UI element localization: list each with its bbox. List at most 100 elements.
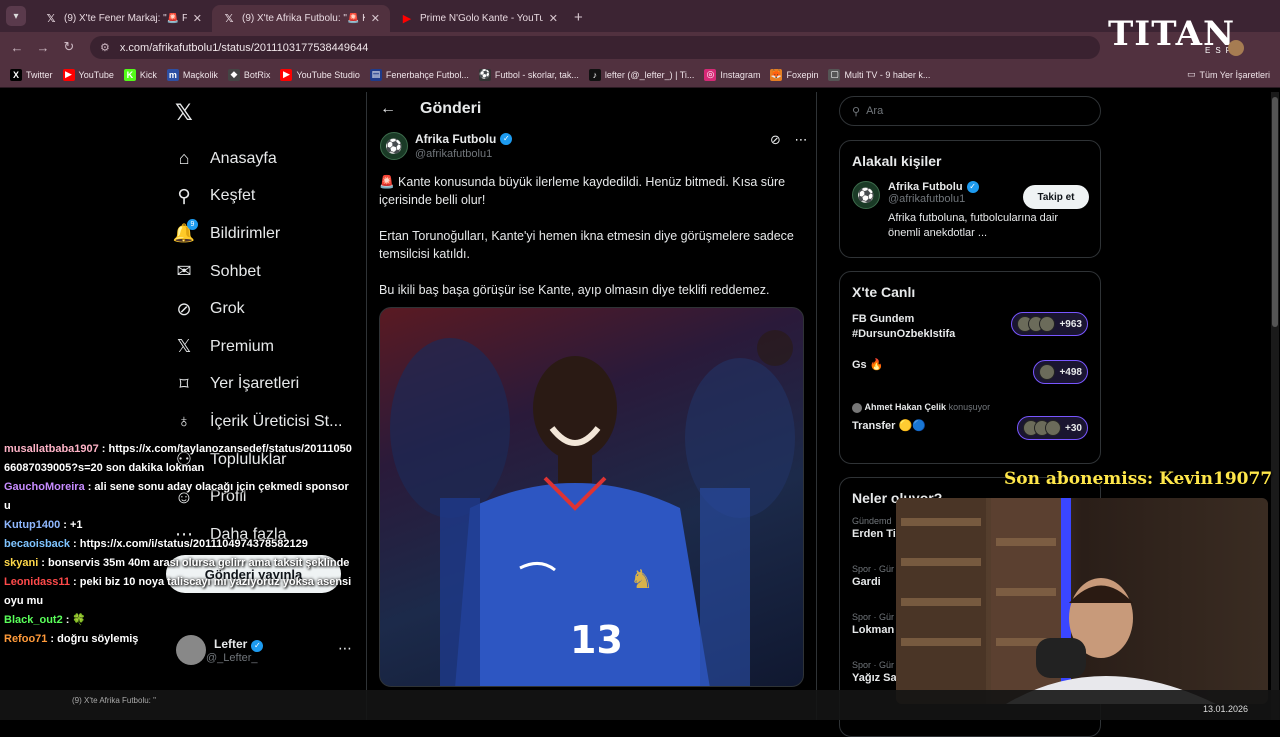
bell-icon: 🔔 9	[172, 219, 198, 244]
sidebar-item-5[interactable]: 𝕏 Premium	[172, 328, 342, 366]
close-icon[interactable]: ✕	[371, 12, 380, 25]
bookmark-label: YouTube Studio	[296, 69, 360, 80]
sidebar-item-3[interactable]: ✉ Sohbet	[172, 253, 342, 291]
tab-bar: ▾ 𝕏 (9) X'te Fener Markaj: "🚨 Fabri ✕ 𝕏 …	[0, 0, 1280, 32]
player-illustration: ♞ 13	[390, 330, 795, 686]
post-actions: ⊘ ⋯	[770, 132, 808, 148]
sidebar-item-label: Bildirimler	[210, 224, 281, 242]
tab-2[interactable]: ▶ Prime N'Golo Kante - YouTube ✕	[390, 5, 568, 32]
tab-title: (9) X'te Fener Markaj: "🚨 Fabri	[64, 13, 187, 24]
all-bookmarks-label: Tüm Yer İşaretleri	[1199, 69, 1270, 80]
x-icon: 𝕏	[224, 13, 234, 25]
author-handle[interactable]: @afrikafutbolu1	[415, 148, 512, 160]
bookmark-item[interactable]: ♪ lefter (@_lefter_) | Ti...	[588, 68, 694, 81]
bookmark-icon: ▤	[369, 68, 382, 81]
site-info-icon[interactable]: ⚙	[100, 41, 110, 54]
sidebar-item-label: Anasayfa	[210, 149, 277, 167]
sidebar-item-2[interactable]: 🔔 9 Bildirimler	[172, 215, 342, 253]
youtube-icon: ▶	[402, 13, 412, 25]
avatar	[852, 402, 862, 413]
bookmark-label: Futbol - skorlar, tak...	[494, 69, 579, 80]
search-input[interactable]: ⚲ Ara	[839, 96, 1101, 126]
chat-message: GauchoMoreira: ali sene sonu aday olacağ…	[4, 478, 354, 516]
post-photo[interactable]: ♞ 13	[379, 307, 804, 687]
bookmark-item[interactable]: ▢ Multi TV - 9 haber k...	[828, 68, 930, 81]
x-logo-icon[interactable]: 𝕏	[175, 100, 193, 126]
tab-search-button[interactable]: ▾	[6, 6, 26, 26]
bookmark-item[interactable]: X Twitter	[10, 68, 53, 81]
avatar[interactable]	[1228, 40, 1244, 56]
bookmark-label: YouTube	[78, 69, 114, 80]
notification-badge: 9	[187, 219, 198, 231]
back-arrow-icon[interactable]: ←	[4, 40, 30, 55]
back-arrow-icon[interactable]: ←	[380, 100, 396, 118]
tab-0[interactable]: 𝕏 (9) X'te Fener Markaj: "🚨 Fabri ✕	[34, 5, 212, 32]
subscriber-banner: Son abonemiss: Kevin19077	[1004, 469, 1273, 489]
bookmark-item[interactable]: K Kick	[123, 68, 157, 81]
bookmark-item[interactable]: ▤ Fenerbahçe Futbol...	[369, 68, 469, 81]
related-person[interactable]: ⚽ Afrika Futbolu ✓ @afrikafutbolu1 Afrika…	[840, 175, 1100, 247]
bookmark-item[interactable]: m Maçkolik	[166, 68, 218, 81]
search-placeholder: Ara	[866, 105, 884, 117]
chat-text: : https://x.com/i/status/201110497437858…	[73, 538, 308, 550]
home-icon: ⌂	[178, 148, 190, 169]
chat-username: Black_out2	[4, 614, 63, 626]
bookmark-item[interactable]: ◆ BotRix	[227, 68, 270, 81]
bookmark-item[interactable]: ▶ YouTube Studio	[280, 68, 360, 81]
author-name[interactable]: Afrika Futbolu ✓	[415, 132, 513, 146]
sidebar-item-1[interactable]: ⚲ Keşfet	[172, 178, 342, 216]
chat-message: becaoisback: https://x.com/i/status/2011…	[4, 535, 354, 554]
all-bookmarks[interactable]: ▭ Tüm Yer İşaretleri	[1187, 69, 1270, 80]
url-text: x.com/afrikafutbolu1/status/201110317753…	[119, 41, 369, 54]
chat-username: Kutup1400	[4, 519, 61, 531]
sidebar-item-4[interactable]: ⊘ Grok	[172, 290, 342, 328]
tab-1[interactable]: 𝕏 (9) X'te Afrika Futbolu: "🚨 Kan ✕	[212, 5, 390, 32]
bookmark-item[interactable]: ▶ YouTube	[62, 68, 114, 81]
bookmark-item[interactable]: ⚽ Futbol - skorlar, tak...	[478, 68, 579, 81]
divider	[366, 92, 367, 720]
listener-pill[interactable]: +498	[1033, 360, 1088, 384]
post-paragraph: 🚨 Kante konusunda büyük ilerleme kaydedi…	[379, 175, 786, 207]
new-tab-button[interactable]: +	[574, 9, 583, 26]
listener-pill[interactable]: +963	[1011, 312, 1088, 336]
post-text: 🚨 Kante konusunda büyük ilerleme kaydedi…	[379, 173, 799, 317]
scrollbar[interactable]	[1271, 92, 1279, 720]
listener-count: +30	[1065, 422, 1082, 434]
bookmark-item[interactable]: ◎ Instagram	[704, 68, 761, 81]
bookmark-label: Twitter	[26, 69, 53, 80]
post-paragraph: Bu ikili baş başa görüşür ise Kante, ayı…	[379, 283, 770, 297]
search-icon: ⚲	[852, 105, 861, 118]
search-icon: ⚲	[177, 185, 191, 206]
live-item[interactable]: FB Gundem #DursunOzbekIstifa +963	[840, 306, 1100, 354]
live-item[interactable]: Ahmet Hakan Çelik konuşuyor Transfer 🟡🔵 …	[840, 402, 1100, 454]
bookmark-label: Fenerbahçe Futbol...	[385, 69, 469, 80]
taskbar: (9) X'te Afrika Futbolu: " 13.01.2026	[0, 690, 1280, 720]
post-author[interactable]: ⚽ Afrika Futbolu ✓ @afrikafutbolu1	[380, 132, 513, 160]
bookmark-icon: X	[10, 68, 22, 81]
chat-text: : +1	[63, 519, 83, 531]
listener-count: +498	[1059, 366, 1082, 378]
sidebar-item-0[interactable]: ⌂ Anasayfa	[172, 140, 342, 178]
url-field[interactable]: ⚙ x.com/afrikafutbolu1/status/2011103177…	[90, 36, 1100, 59]
mail-icon: ✉	[176, 261, 192, 282]
grok-icon[interactable]: ⊘	[770, 132, 781, 147]
avatar[interactable]: ⚽	[852, 181, 880, 209]
chat-username: skyani	[4, 557, 39, 569]
follow-button[interactable]: Takip et	[1023, 185, 1089, 209]
close-icon[interactable]: ✕	[549, 12, 558, 25]
sidebar-item-6[interactable]: ⌑ Yer İşaretleri	[172, 366, 342, 404]
more-icon[interactable]: ⋯	[795, 132, 808, 147]
sidebar-item-7[interactable]: ♁ İçerik Üreticisi St...	[172, 403, 342, 441]
bookmark-label: Instagram	[720, 69, 761, 80]
scrollbar-thumb[interactable]	[1272, 97, 1278, 327]
avatar[interactable]: ⚽	[380, 132, 408, 160]
avatar-stack	[1023, 420, 1062, 436]
listener-pill[interactable]: +30	[1017, 416, 1088, 440]
bookmark-item[interactable]: 🦊 Foxepin	[770, 68, 818, 81]
reload-icon[interactable]: ↻	[56, 39, 82, 55]
person-name[interactable]: Afrika Futbolu ✓	[888, 181, 1028, 193]
close-icon[interactable]: ✕	[193, 12, 202, 25]
forward-arrow-icon[interactable]: →	[30, 40, 56, 55]
live-item[interactable]: Gs 🔥 +498	[840, 354, 1100, 402]
bookmark-icon: ♪	[588, 68, 601, 81]
